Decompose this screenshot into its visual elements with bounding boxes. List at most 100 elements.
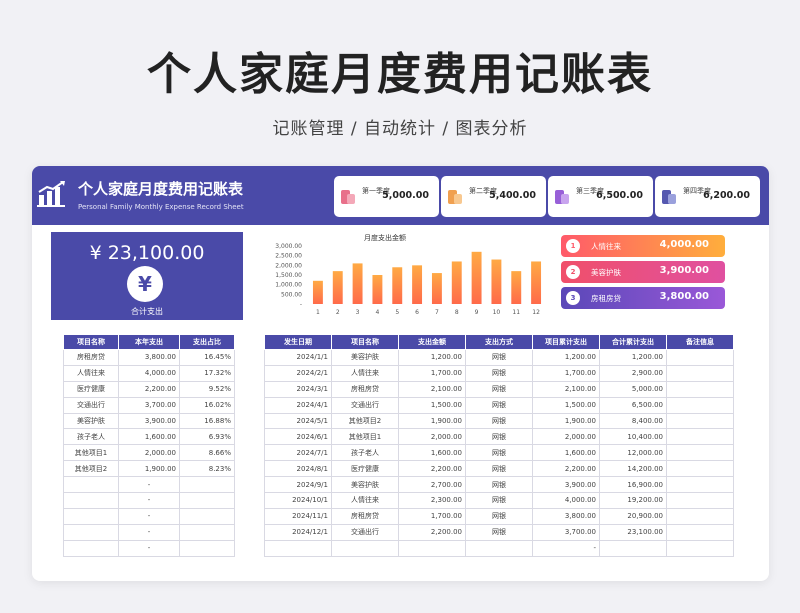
chart-bar (531, 261, 542, 304)
table-cell: 2,100.00 (532, 380, 600, 398)
quarter-card-1: 第一季度 5,000.00 (334, 176, 439, 217)
table-cell (666, 349, 734, 366)
table-row: 2024/3/1 房租房贷 2,100.00 网银 2,100.00 5,000.00 (264, 380, 734, 398)
rank-number: 3 (566, 291, 580, 305)
table-cell (398, 539, 466, 557)
table-cell: 6,500.00 (599, 396, 667, 414)
rank-name: 房租房贷 (591, 294, 621, 303)
table-cell: 网银 (465, 380, 533, 398)
table-cell: 1,600.00 (398, 444, 466, 462)
table-cell: 网银 (465, 412, 533, 430)
table-cell: 8.23% (179, 460, 235, 478)
sheet-title: 个人家庭月度费用记账表 (78, 180, 244, 198)
table-row: 2024/9/1 美容护肤 2,700.00 网银 3,900.00 16,900.00 (264, 476, 734, 494)
table-cell: 其他项目2 (63, 460, 119, 478)
rank-number: 2 (566, 265, 580, 279)
table-cell: 16,900.00 (599, 476, 667, 494)
table-cell: 2024/1/1 (264, 349, 332, 366)
ranking-item-2: 2 美容护肤 3,900.00 (561, 261, 725, 283)
table-cell: 2024/7/1 (264, 444, 332, 462)
table-cell: 2,300.00 (398, 492, 466, 509)
table-cell: 4,000.00 (532, 492, 600, 509)
table-cell: 交通出行 (63, 396, 119, 414)
table-cell: 人情往来 (331, 492, 399, 509)
rank-value: 3,800.00 (659, 291, 709, 302)
table-cell: 房租房贷 (331, 380, 399, 398)
table-cell (599, 539, 667, 557)
table-row: 2024/7/1 孩子老人 1,600.00 网银 1,600.00 12,000.00 (264, 444, 734, 462)
chart-bar (392, 267, 403, 304)
table-cell: 9.52% (179, 380, 235, 398)
rank-value: 4,000.00 (659, 239, 709, 250)
chart-bar (372, 275, 383, 304)
table-row: 2024/5/1 其他项目2 1,900.00 网银 1,900.00 8,400.00 (264, 412, 734, 430)
table-cell: 2,100.00 (398, 380, 466, 398)
table-cell: 16.02% (179, 396, 235, 414)
column-header: 合计累计支出 (599, 334, 667, 350)
sheet-subtitle: Personal Family Monthly Expense Record S… (78, 203, 244, 211)
total-expense-card: ¥ 23,100.00 ¥ 合计支出 (51, 232, 243, 320)
x-tick-label: 10 (493, 309, 501, 316)
table-cell: 20,900.00 (599, 507, 667, 525)
table-cell: - (118, 507, 180, 525)
column-header: 备注信息 (666, 334, 734, 350)
table-row: 2024/2/1 人情往来 1,700.00 网银 1,700.00 2,900.00 (264, 364, 734, 382)
chart-bar (412, 265, 423, 304)
table-cell: 1,900.00 (118, 460, 180, 478)
table-cell: 2024/6/1 (264, 428, 332, 446)
table-cell (331, 539, 399, 557)
y-tick-label: 1,500.00 (275, 272, 302, 279)
table-row: 2024/11/1 房租房贷 1,700.00 网银 3,800.00 20,900.00 (264, 507, 734, 525)
chart-bar (431, 273, 442, 304)
ranking-item-1: 1 人情往来 4,000.00 (561, 235, 725, 257)
quarter-value: 5,000.00 (382, 190, 429, 201)
table-cell: 1,700.00 (398, 364, 466, 382)
chart-bar (511, 271, 522, 304)
y-tick-label: - (300, 301, 302, 308)
table-cell (666, 492, 734, 509)
table-cell: 交通出行 (331, 523, 399, 541)
record-table: 发生日期 项目名称 支出金额 支出方式 项目累计支出 合计累计支出 备注信息 2024/1/… (264, 334, 734, 557)
summary-table: 项目名称 本年支出 支出占比 房租房贷 3,800.00 16.45% 人情往来 4,000… (63, 334, 235, 557)
table-cell: 2,000.00 (398, 428, 466, 446)
column-header: 项目名称 (331, 334, 399, 350)
table-cell: 美容护肤 (331, 349, 399, 366)
table-cell: 网银 (465, 460, 533, 478)
table-cell: 其他项目1 (331, 428, 399, 446)
table-cell: - (118, 492, 180, 509)
table-cell (179, 539, 235, 557)
table-cell: 2,000.00 (118, 444, 180, 462)
table-cell: 2024/9/1 (264, 476, 332, 494)
table-cell (63, 507, 119, 525)
table-cell: 网银 (465, 476, 533, 494)
table-cell: 孩子老人 (63, 428, 119, 446)
column-header: 本年支出 (118, 334, 180, 350)
yen-icon: ¥ (127, 266, 163, 302)
table-cell: - (532, 539, 600, 557)
x-tick-label: 1 (316, 309, 320, 316)
y-tick-label: 500.00 (281, 291, 302, 298)
table-cell: 16.45% (179, 349, 235, 366)
table-cell: 2024/11/1 (264, 507, 332, 525)
table-cell: 其他项目2 (331, 412, 399, 430)
table-cell: 网银 (465, 349, 533, 366)
table-cell: 2,200.00 (118, 380, 180, 398)
table-cell: - (118, 523, 180, 541)
table-cell (63, 492, 119, 509)
table-cell: 2024/4/1 (264, 396, 332, 414)
table-cell: 网银 (465, 523, 533, 541)
table-row: - (63, 492, 235, 509)
quarter-value: 5,400.00 (489, 190, 536, 201)
x-tick-label: 5 (395, 309, 399, 316)
table-row: 2024/10/1 人情往来 2,300.00 网银 4,000.00 19,200.00 (264, 492, 734, 509)
bar-chart-icon (37, 181, 65, 207)
table-cell (666, 428, 734, 446)
table-cell: 3,700.00 (118, 396, 180, 414)
table-cell: 3,800.00 (532, 507, 600, 525)
rank-name: 美容护肤 (591, 268, 621, 277)
total-label: 合计支出 (131, 307, 163, 316)
table-cell: 2024/5/1 (264, 412, 332, 430)
page-title: 个人家庭月度费用记账表 (147, 49, 653, 100)
table-cell (666, 364, 734, 382)
rank-name: 人情往来 (591, 242, 621, 251)
